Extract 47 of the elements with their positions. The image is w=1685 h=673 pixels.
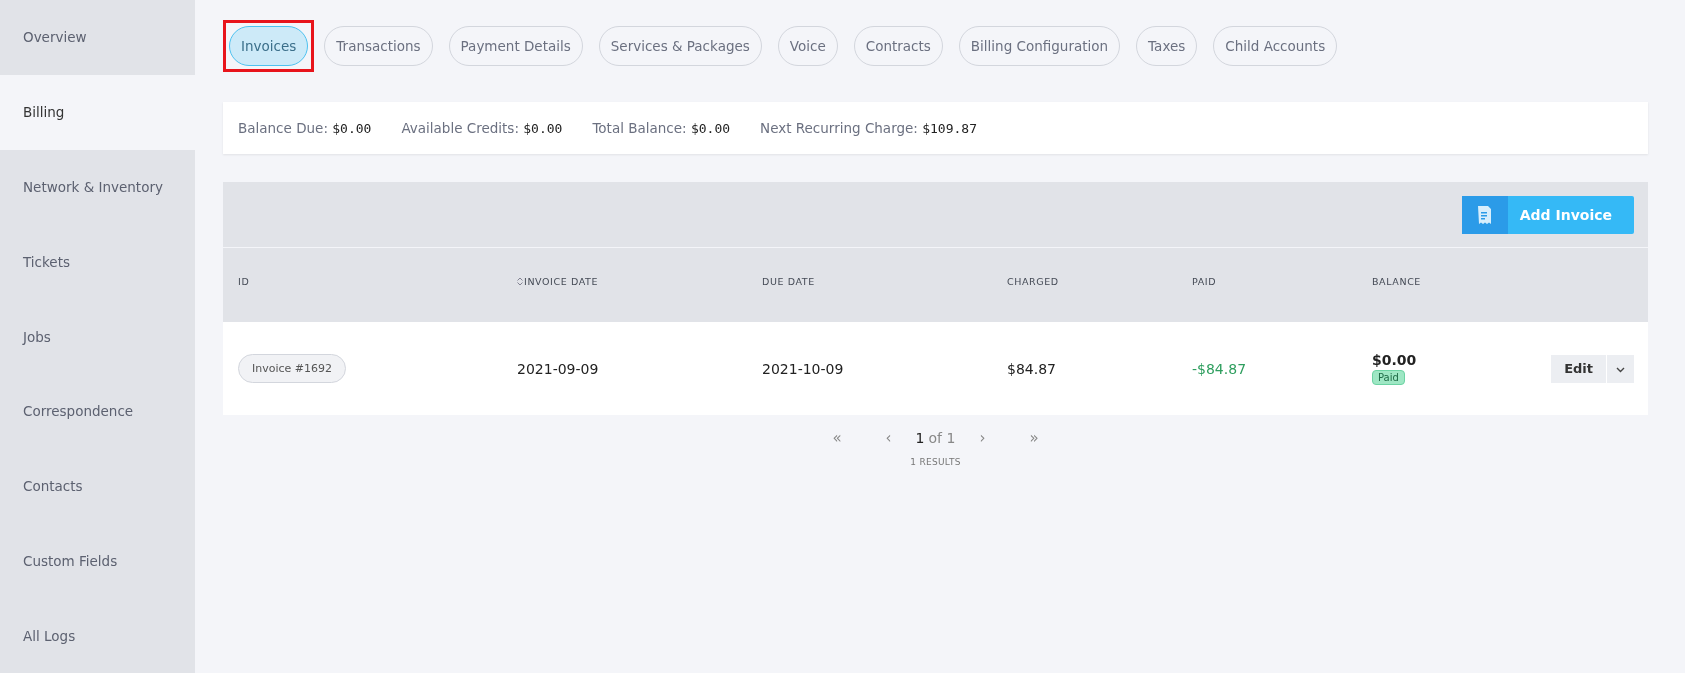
sidebar-item[interactable]: Billing [0,74,195,150]
last-page-button[interactable]: » [1009,429,1059,447]
tab[interactable]: Transactions [324,26,433,66]
column-header[interactable]: PAID [1192,275,1372,287]
column-header[interactable]: BALANCE [1372,275,1538,287]
edit-button[interactable]: Edit [1551,354,1606,383]
sidebar-item[interactable]: Tickets [0,224,195,300]
column-header[interactable]: ID [238,275,517,287]
previous-page-button[interactable]: ‹ [865,429,912,447]
tab[interactable]: Payment Details [448,26,583,66]
sidebar-item[interactable]: Jobs [0,299,195,374]
first-page-button[interactable]: « [812,429,862,447]
sidebar-item[interactable]: Custom Fields [0,523,195,599]
tab[interactable]: Voice [777,26,838,66]
results-count: 1 RESULTS [910,457,961,467]
table-cell: $0.00 [1372,352,1417,368]
sort-icon [517,276,523,286]
tab[interactable]: Invoices [229,26,309,66]
sidebar-item[interactable]: All Logs [0,598,195,673]
column-header[interactable]: CHARGED [1007,275,1192,287]
summary-item: Balance Due: $0.00 [238,120,372,136]
tab[interactable]: Child Accounts [1213,26,1338,66]
status-badge: Paid [1372,370,1405,385]
dropdown-button[interactable] [1606,354,1634,383]
sidebar-item[interactable]: Network & Inventory [0,149,195,225]
summary-item: Next Recurring Charge: $109.87 [760,120,977,136]
next-page-button[interactable]: › [959,429,1006,447]
tab[interactable]: Billing Configuration [958,26,1121,66]
sidebar-item[interactable]: Overview [0,0,195,75]
receipt-icon [1476,204,1493,225]
table-cell: $84.87 [1007,361,1056,377]
table-cell: 2021-09-09 [517,361,599,377]
invoice-id-tag[interactable]: Invoice #1692 [238,354,347,383]
summary-item: Available Credits: $0.00 [401,120,563,136]
column-header[interactable]: INVOICE DATE [517,275,762,287]
sidebar-item[interactable]: Contacts [0,448,195,524]
page-count: of 1 [928,430,956,446]
current-page: 1 [915,430,925,446]
tab[interactable]: Services & Packages [598,26,762,66]
tab[interactable]: Taxes [1136,26,1198,66]
chevron-down-icon [1616,367,1625,373]
table-cell: -$84.87 [1192,361,1247,377]
sidebar-item[interactable]: Correspondence [0,373,195,449]
summary-item: Total Balance: $0.00 [592,120,731,136]
column-header[interactable]: DUE DATE [762,275,1007,287]
table-cell: 2021-10-09 [762,361,844,377]
tab[interactable]: Contracts [853,26,943,66]
